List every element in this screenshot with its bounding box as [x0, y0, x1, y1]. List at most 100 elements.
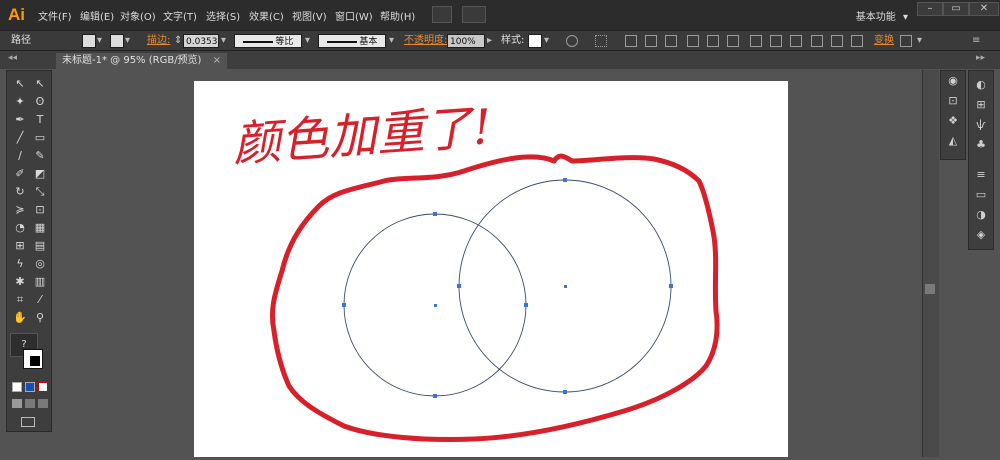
fill-chevron-icon[interactable]: ▾ [97, 34, 102, 48]
blend-icon[interactable]: ◎ [32, 257, 48, 271]
brush-dropdown-icon[interactable]: ▾ [389, 34, 394, 48]
symbol-sprayer-icon[interactable]: ✱ [12, 275, 28, 289]
isolate-icon[interactable] [900, 35, 912, 47]
fill-swatch[interactable] [82, 34, 96, 48]
menu-edit[interactable]: 编辑(E) [80, 8, 114, 23]
workspace-switcher[interactable]: 基本功能 ▾ [856, 8, 908, 23]
color-picker-icon[interactable]: ◐ [974, 79, 988, 91]
column-graph-icon[interactable]: ▥ [32, 275, 48, 289]
shape-builder-icon[interactable]: ◔ [12, 221, 28, 235]
menu-file[interactable]: 文件(F) [38, 8, 72, 23]
vertical-scrollbar[interactable] [922, 70, 939, 457]
recolor-icon[interactable] [566, 35, 578, 47]
screen-mode-icon[interactable] [21, 417, 35, 427]
slice-icon[interactable]: ⁄ [32, 293, 48, 307]
line-icon[interactable]: ╱ [12, 131, 28, 145]
distribute-left-icon[interactable] [811, 35, 823, 47]
restore-button[interactable]: ▭ [943, 2, 969, 16]
layers-icon[interactable]: ◈ [974, 229, 988, 241]
appearance-icon[interactable]: ❖ [946, 115, 960, 127]
scale-icon[interactable]: ⤡ [32, 185, 48, 199]
menu-effect[interactable]: 效果(C) [249, 8, 284, 23]
collapse-right-icon[interactable]: ▸▸ [976, 53, 985, 63]
align-left-icon[interactable] [625, 35, 637, 47]
zoom-icon[interactable]: ⚲ [32, 311, 48, 325]
close-icon[interactable]: × [213, 55, 221, 66]
brush-definition[interactable]: 基本 [318, 34, 386, 48]
draw-behind-icon[interactable] [25, 399, 35, 408]
stroke-stepper-icon[interactable]: ⇕ [174, 34, 182, 48]
direct-selection-icon[interactable]: ↖ [32, 77, 48, 91]
menu-object[interactable]: 对象(O) [120, 8, 156, 23]
stroke-link[interactable]: 描边: [147, 34, 170, 48]
opacity-input[interactable]: 100% [447, 34, 485, 48]
transparency-panel-icon[interactable]: ◑ [974, 209, 988, 221]
close-window-button[interactable]: ✕ [969, 2, 999, 16]
draw-normal-icon[interactable] [12, 399, 22, 408]
stroke-color-icon[interactable] [29, 355, 41, 367]
blob-brush-icon[interactable]: ✐ [12, 167, 28, 181]
pen-icon[interactable]: ✒ [12, 113, 28, 127]
scrollbar-thumb[interactable] [925, 284, 935, 294]
draw-inside-icon[interactable] [38, 399, 48, 408]
stroke-chevron-icon[interactable]: ▾ [125, 34, 130, 48]
distribute-hcenter-icon[interactable] [831, 35, 843, 47]
color-guide-icon[interactable]: ◉ [946, 75, 960, 87]
color-icon[interactable] [12, 382, 22, 392]
distribute-right-icon[interactable] [851, 35, 863, 47]
stroke-panel-icon[interactable]: ≡ [974, 169, 988, 181]
distribute-top-icon[interactable] [750, 35, 762, 47]
symbols-icon[interactable]: ♣ [974, 139, 988, 151]
document-tab[interactable]: 未标题-1* @ 95% (RGB/预览) × [56, 53, 228, 69]
align-vcenter-icon[interactable] [707, 35, 719, 47]
collapse-left-icon[interactable]: ◂◂ [8, 53, 17, 63]
none-icon[interactable] [38, 382, 48, 392]
eyedropper-icon[interactable]: ϟ [12, 257, 28, 271]
menu-help[interactable]: 帮助(H) [380, 8, 415, 23]
gradient-panel-icon[interactable]: ▭ [974, 189, 988, 201]
profile-dropdown-icon[interactable]: ▾ [305, 34, 310, 48]
stroke-weight-dropdown-icon[interactable]: ▾ [221, 34, 226, 48]
panel-menu-icon[interactable]: ≡ [972, 34, 980, 48]
arrange-documents-button[interactable] [462, 6, 486, 23]
lasso-icon[interactable]: ʘ [32, 95, 48, 109]
style-dropdown-icon[interactable]: ▾ [544, 34, 549, 48]
eraser-icon[interactable]: ◩ [32, 167, 48, 181]
variable-width-profile[interactable]: 等比 [234, 34, 302, 48]
hand-icon[interactable]: ✋ [12, 311, 28, 325]
isolate-dropdown-icon[interactable]: ▾ [917, 34, 922, 48]
align-bottom-icon[interactable] [727, 35, 739, 47]
perspective-grid-icon[interactable]: ▦ [32, 221, 48, 235]
opacity-dropdown-icon[interactable]: ▸ [487, 34, 492, 48]
align-hcenter-icon[interactable] [645, 35, 657, 47]
magic-wand-icon[interactable]: ✦ [12, 95, 28, 109]
graphic-style-swatch[interactable] [528, 34, 542, 48]
brush-icon[interactable]: ∕ [12, 149, 28, 163]
menu-window[interactable]: 窗口(W) [335, 8, 373, 23]
width-icon[interactable]: ≽ [12, 203, 28, 217]
distribute-vcenter-icon[interactable] [770, 35, 782, 47]
rotate-icon[interactable]: ↻ [12, 185, 28, 199]
type-icon[interactable]: T [32, 113, 48, 127]
artboard-icon[interactable]: ⌗ [12, 293, 28, 307]
transparency-icon[interactable]: ◭ [946, 135, 960, 147]
gradient-mode-icon[interactable] [25, 382, 35, 392]
align-right-icon[interactable] [665, 35, 677, 47]
selection-icon[interactable]: ↖ [12, 77, 28, 91]
menu-select[interactable]: 选择(S) [206, 8, 240, 23]
free-transform-icon[interactable]: ⊡ [32, 203, 48, 217]
menu-type[interactable]: 文字(T) [163, 8, 197, 23]
menu-view[interactable]: 视图(V) [292, 8, 327, 23]
mesh-icon[interactable]: ⊞ [12, 239, 28, 253]
artboard-panel-icon[interactable]: ⊡ [946, 95, 960, 107]
minimize-button[interactable]: – [917, 2, 943, 16]
brushes-icon[interactable]: ѱ [974, 119, 988, 131]
gradient-icon[interactable]: ▤ [32, 239, 48, 253]
align-to-icon[interactable] [595, 35, 607, 47]
swatches-icon[interactable]: ⊞ [974, 99, 988, 111]
stroke-weight-input[interactable]: 0.0353 [183, 34, 219, 48]
opacity-link[interactable]: 不透明度: [404, 34, 447, 48]
bridge-button[interactable] [432, 6, 452, 23]
pencil-icon[interactable]: ✎ [32, 149, 48, 163]
align-top-icon[interactable] [687, 35, 699, 47]
